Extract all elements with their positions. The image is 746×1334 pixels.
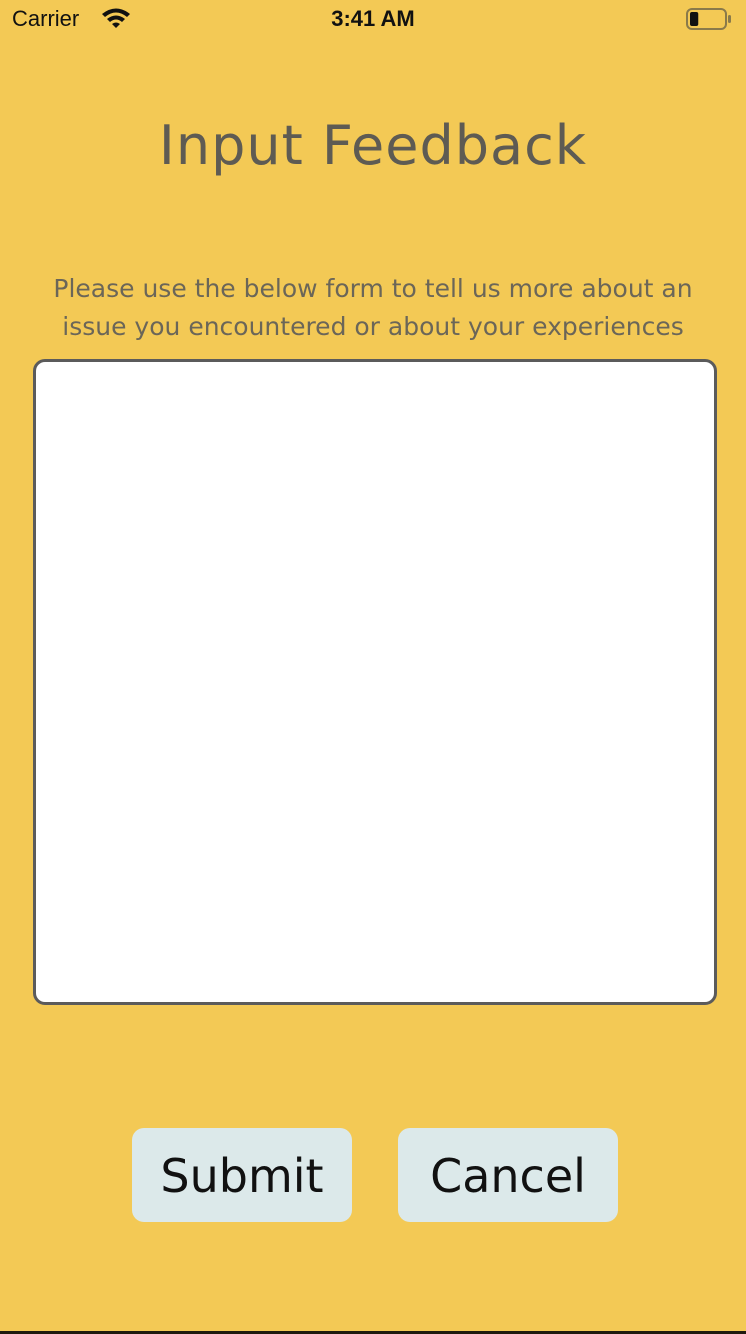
status-time: 3:41 AM [331,6,415,31]
feedback-input[interactable] [33,359,717,1005]
page-title: Input Feedback [158,114,588,177]
submit-button[interactable]: Submit [132,1128,352,1222]
battery-icon [686,8,732,30]
cancel-button[interactable]: Cancel [398,1128,618,1222]
status-bar: Carrier 3:41 AM [0,0,746,40]
instructions-text: Please use the below form to tell us mor… [53,274,693,341]
